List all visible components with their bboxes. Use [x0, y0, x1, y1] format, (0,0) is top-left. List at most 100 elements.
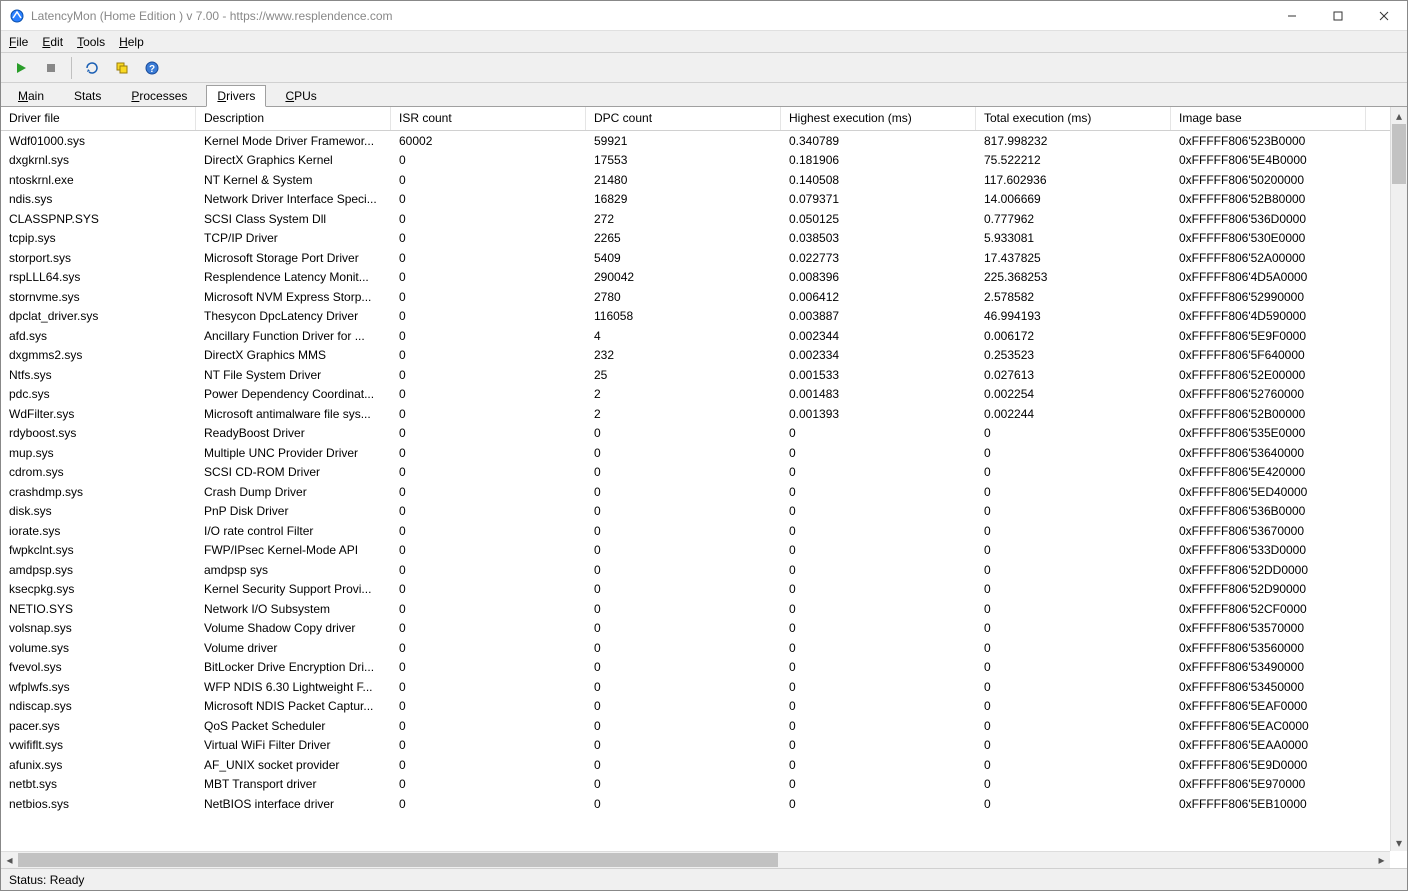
table-row[interactable]: rdyboost.sysReadyBoost Driver00000xFFFFF…: [1, 424, 1407, 444]
table-cell: 0: [391, 699, 586, 713]
table-row[interactable]: iorate.sysI/O rate control Filter00000xF…: [1, 521, 1407, 541]
table-row[interactable]: ndis.sysNetwork Driver Interface Speci..…: [1, 190, 1407, 210]
table-row[interactable]: ksecpkg.sysKernel Security Support Provi…: [1, 580, 1407, 600]
table-cell: 0: [391, 797, 586, 811]
column-header[interactable]: DPC count: [586, 107, 781, 130]
table-cell: 60002: [391, 134, 586, 148]
table-row[interactable]: mup.sysMultiple UNC Provider Driver00000…: [1, 443, 1407, 463]
table-row[interactable]: dxgkrnl.sysDirectX Graphics Kernel017553…: [1, 151, 1407, 171]
column-header[interactable]: Driver file: [1, 107, 196, 130]
table-row[interactable]: fvevol.sysBitLocker Drive Encryption Dri…: [1, 658, 1407, 678]
table-row[interactable]: vwififlt.sysVirtual WiFi Filter Driver00…: [1, 736, 1407, 756]
table-row[interactable]: stornvme.sysMicrosoft NVM Express Storp.…: [1, 287, 1407, 307]
menu-file[interactable]: File: [9, 35, 28, 49]
table-cell: 0: [976, 524, 1171, 538]
table-row[interactable]: afunix.sysAF_UNIX socket provider00000xF…: [1, 755, 1407, 775]
table-row[interactable]: pdc.sysPower Dependency Coordinat...020.…: [1, 385, 1407, 405]
menu-help[interactable]: Help: [119, 35, 144, 49]
table-cell: 0: [586, 426, 781, 440]
table-cell: 0: [781, 621, 976, 635]
table-row[interactable]: dpclat_driver.sysThesycon DpcLatency Dri…: [1, 307, 1407, 327]
table-row[interactable]: rspLLL64.sysResplendence Latency Monit..…: [1, 268, 1407, 288]
table-row[interactable]: wfplwfs.sysWFP NDIS 6.30 Lightweight F..…: [1, 677, 1407, 697]
table-cell: 0: [976, 602, 1171, 616]
scroll-thumb-vertical[interactable]: [1392, 124, 1406, 184]
column-header[interactable]: Total execution (ms): [976, 107, 1171, 130]
scroll-left-arrow[interactable]: ◂: [1, 852, 18, 868]
table-row[interactable]: ntoskrnl.exeNT Kernel & System0214800.14…: [1, 170, 1407, 190]
tab-stats[interactable]: Stats: [63, 85, 112, 106]
table-cell: fvevol.sys: [1, 660, 196, 674]
table-cell: 0xFFFFF806'53640000: [1171, 446, 1366, 460]
table-row[interactable]: storport.sysMicrosoft Storage Port Drive…: [1, 248, 1407, 268]
table-cell: SCSI Class System Dll: [196, 212, 391, 226]
table-cell: 17.437825: [976, 251, 1171, 265]
scroll-right-arrow[interactable]: ▸: [1373, 852, 1390, 868]
table-row[interactable]: NETIO.SYSNetwork I/O Subsystem00000xFFFF…: [1, 599, 1407, 619]
scroll-thumb-horizontal[interactable]: [18, 853, 778, 867]
table-row[interactable]: crashdmp.sysCrash Dump Driver00000xFFFFF…: [1, 482, 1407, 502]
table-row[interactable]: volsnap.sysVolume Shadow Copy driver0000…: [1, 619, 1407, 639]
table-row[interactable]: CLASSPNP.SYSSCSI Class System Dll02720.0…: [1, 209, 1407, 229]
menu-bar: File Edit Tools Help: [1, 31, 1407, 53]
table-row[interactable]: amdpsp.sysamdpsp sys00000xFFFFF806'52DD0…: [1, 560, 1407, 580]
table-cell: 0: [586, 758, 781, 772]
table-cell: I/O rate control Filter: [196, 524, 391, 538]
table-row[interactable]: pacer.sysQoS Packet Scheduler00000xFFFFF…: [1, 716, 1407, 736]
table-row[interactable]: disk.sysPnP Disk Driver00000xFFFFF806'53…: [1, 502, 1407, 522]
table-cell: 817.998232: [976, 134, 1171, 148]
table-cell: 0: [781, 465, 976, 479]
copy-button[interactable]: [108, 55, 136, 81]
column-header[interactable]: Highest execution (ms): [781, 107, 976, 130]
table-row[interactable]: WdFilter.sysMicrosoft antimalware file s…: [1, 404, 1407, 424]
table-cell: 0: [976, 465, 1171, 479]
table-cell: 0: [976, 641, 1171, 655]
vertical-scrollbar[interactable]: ▴ ▾: [1390, 107, 1407, 851]
tab-processes[interactable]: Processes: [120, 85, 198, 106]
table-cell: NetBIOS interface driver: [196, 797, 391, 811]
table-cell: 0: [976, 621, 1171, 635]
table-cell: volsnap.sys: [1, 621, 196, 635]
table-cell: Microsoft NVM Express Storp...: [196, 290, 391, 304]
table-row[interactable]: afd.sysAncillary Function Driver for ...…: [1, 326, 1407, 346]
table-row[interactable]: ndiscap.sysMicrosoft NDIS Packet Captur.…: [1, 697, 1407, 717]
scroll-up-arrow[interactable]: ▴: [1391, 107, 1407, 124]
table-cell: 0: [781, 641, 976, 655]
table-cell: 0: [391, 329, 586, 343]
content-area: Driver fileDescriptionISR countDPC count…: [1, 107, 1407, 868]
close-button[interactable]: [1361, 1, 1407, 31]
table-cell: 0: [586, 797, 781, 811]
table-row[interactable]: fwpkclnt.sysFWP/IPsec Kernel-Mode API000…: [1, 541, 1407, 561]
start-button[interactable]: [7, 55, 35, 81]
table-row[interactable]: tcpip.sysTCP/IP Driver022650.0385035.933…: [1, 229, 1407, 249]
table-row[interactable]: netbios.sysNetBIOS interface driver00000…: [1, 794, 1407, 814]
table-cell: 0xFFFFF806'530E0000: [1171, 231, 1366, 245]
table-cell: 225.368253: [976, 270, 1171, 284]
column-header[interactable]: ISR count: [391, 107, 586, 130]
column-header[interactable]: Image base: [1171, 107, 1366, 130]
menu-edit[interactable]: Edit: [42, 35, 63, 49]
table-row[interactable]: cdrom.sysSCSI CD-ROM Driver00000xFFFFF80…: [1, 463, 1407, 483]
table-cell: vwififlt.sys: [1, 738, 196, 752]
help-button[interactable]: ?: [138, 55, 166, 81]
table-cell: 0: [976, 777, 1171, 791]
scroll-down-arrow[interactable]: ▾: [1391, 834, 1407, 851]
table-cell: 0xFFFFF806'52D90000: [1171, 582, 1366, 596]
menu-tools[interactable]: Tools: [77, 35, 105, 49]
maximize-button[interactable]: [1315, 1, 1361, 31]
column-header[interactable]: Description: [196, 107, 391, 130]
table-row[interactable]: Wdf01000.sysKernel Mode Driver Framewor.…: [1, 131, 1407, 151]
horizontal-scrollbar[interactable]: ◂ ▸: [1, 851, 1390, 868]
table-row[interactable]: netbt.sysMBT Transport driver00000xFFFFF…: [1, 775, 1407, 795]
table-row[interactable]: dxgmms2.sysDirectX Graphics MMS02320.002…: [1, 346, 1407, 366]
tab-cpus[interactable]: CPUs: [274, 85, 327, 106]
table-row[interactable]: Ntfs.sysNT File System Driver0250.001533…: [1, 365, 1407, 385]
refresh-button[interactable]: [78, 55, 106, 81]
minimize-button[interactable]: [1269, 1, 1315, 31]
table-row[interactable]: volume.sysVolume driver00000xFFFFF806'53…: [1, 638, 1407, 658]
tab-main[interactable]: Main: [7, 85, 55, 106]
table-cell: 0.022773: [781, 251, 976, 265]
stop-button[interactable]: [37, 55, 65, 81]
table-cell: 0: [976, 563, 1171, 577]
tab-drivers[interactable]: Drivers: [206, 85, 266, 107]
